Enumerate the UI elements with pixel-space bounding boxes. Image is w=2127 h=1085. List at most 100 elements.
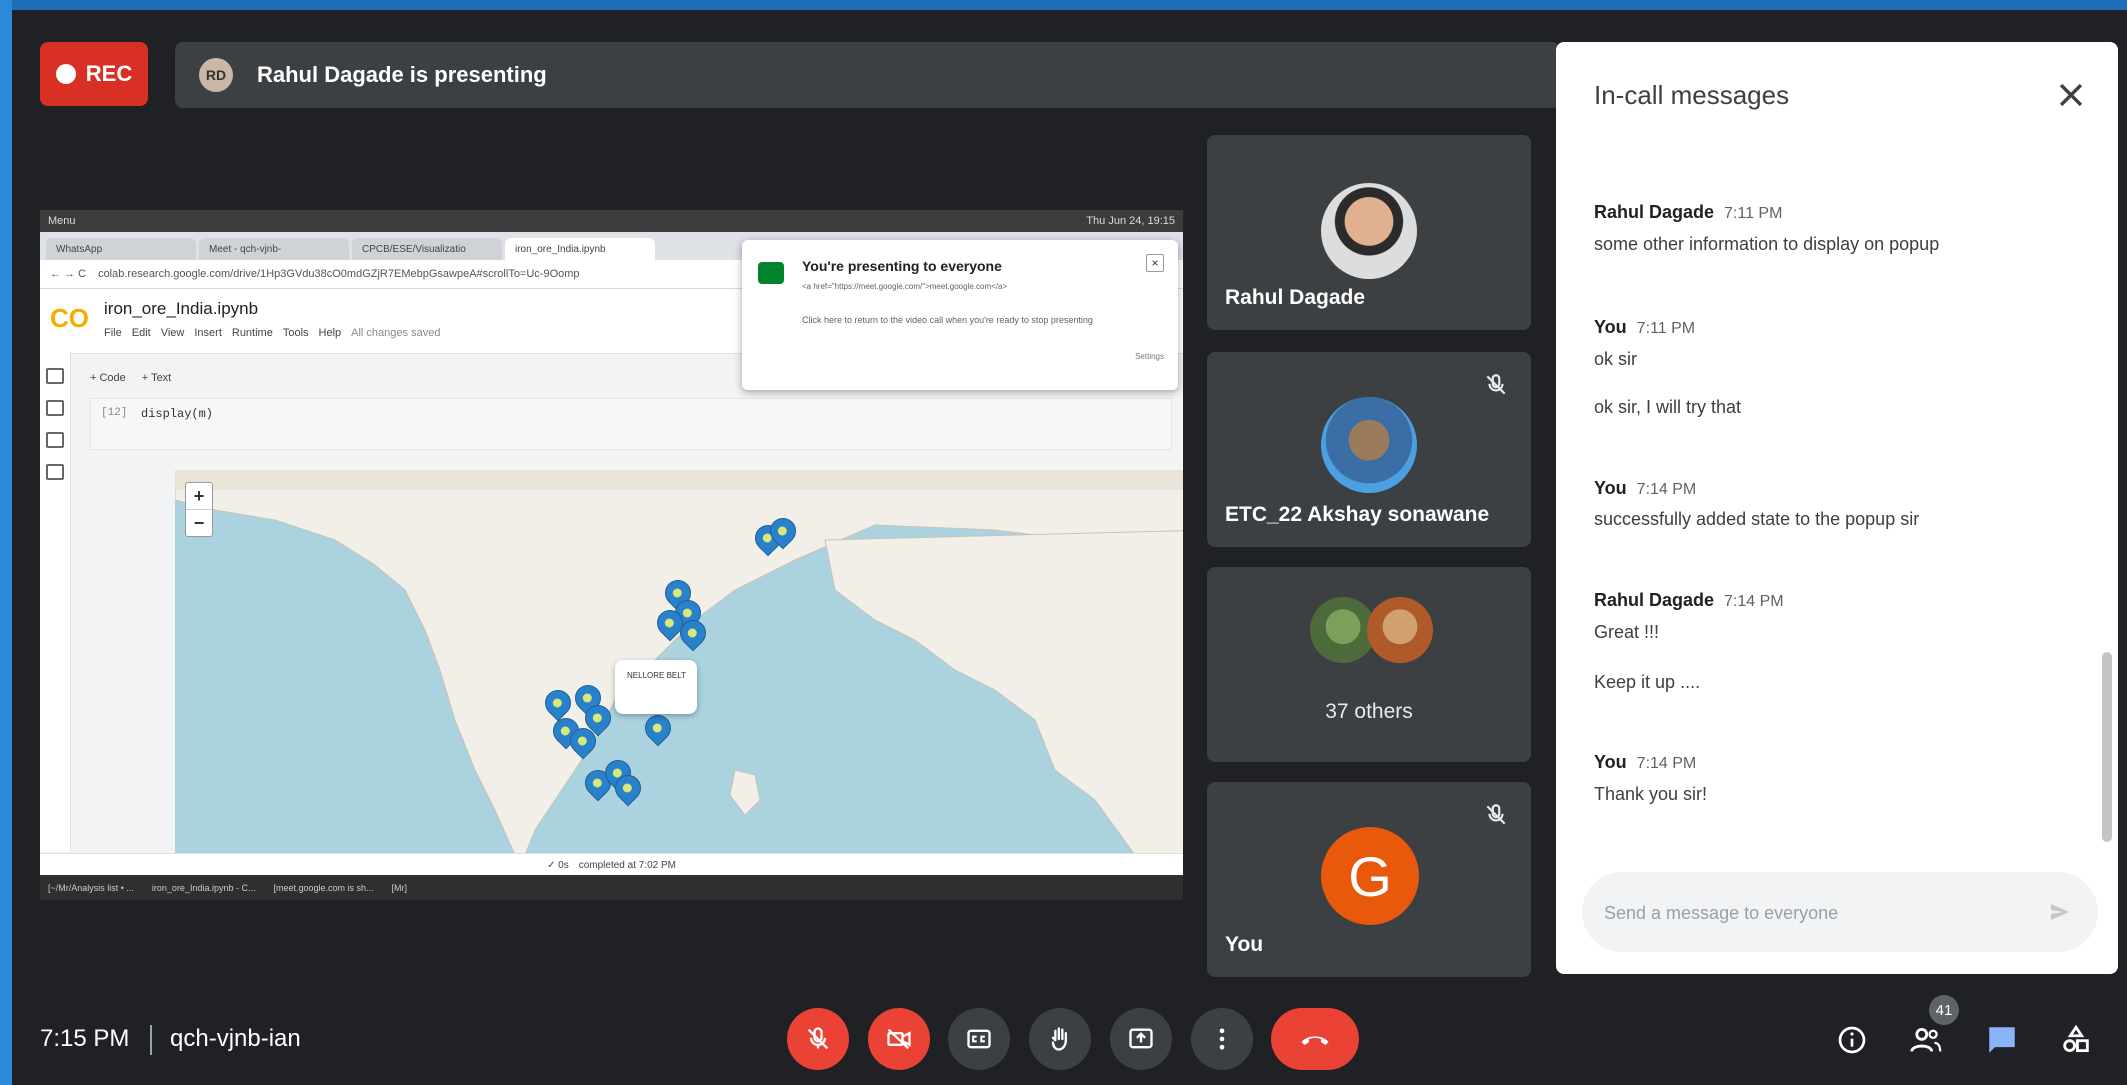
code-icon	[46, 432, 64, 448]
shared-colab-toolbar: + Code + Text	[90, 372, 171, 384]
presenter-banner-text: Rahul Dagade is presenting	[257, 62, 547, 87]
chat-sender: Rahul Dagade	[1594, 202, 1715, 222]
captions-button[interactable]	[948, 1008, 1010, 1070]
shared-task-item: [~/Mr/Analysis list • ...	[48, 882, 134, 893]
chat-text: successfully added state to the popup si…	[1594, 509, 1920, 529]
map-zoom-control: + −	[185, 482, 213, 537]
chat-text: some other information to display on pop…	[1594, 234, 1940, 254]
chat-text: Keep it up ....	[1594, 672, 1701, 692]
close-icon[interactable]	[2054, 78, 2088, 112]
participant-count-badge: 41	[1929, 995, 1959, 1025]
mic-toggle-button[interactable]	[787, 1008, 849, 1070]
search-icon	[46, 400, 64, 416]
chat-message: You 7:14 PM	[1594, 478, 1696, 499]
folder-icon	[46, 464, 64, 480]
more-options-button[interactable]	[1191, 1008, 1253, 1070]
present-button[interactable]	[1110, 1008, 1172, 1070]
participant-tile-self[interactable]: G You	[1207, 782, 1531, 977]
camera-toggle-button[interactable]	[868, 1008, 930, 1070]
divider	[150, 1025, 152, 1055]
shared-cell-code: display(m)	[141, 407, 214, 421]
chat-scrollbar[interactable]	[2102, 652, 2112, 842]
chat-message: Rahul Dagade 7:14 PM	[1594, 590, 1784, 611]
chat-text: ok sir, I will try that	[1594, 397, 1742, 417]
shared-status-check: ✓ 0s	[547, 859, 569, 871]
shared-cell-number: [12]	[101, 407, 128, 419]
participant-tile[interactable]: 37 others	[1207, 567, 1531, 762]
shared-menu-item: Tools	[282, 327, 309, 339]
raise-hand-button[interactable]	[1029, 1008, 1091, 1070]
participant-avatar	[1321, 183, 1417, 279]
shared-colab-sidebar	[40, 352, 71, 852]
participant-name: ETC_22 Akshay sonawane	[1225, 503, 1490, 526]
participant-others-label: 37 others	[1325, 700, 1413, 723]
participant-name: You	[1225, 933, 1264, 956]
shared-tab: CPCB/ESE/Visualizatio	[352, 238, 502, 260]
shared-menu-item: Help	[318, 327, 342, 339]
map-popup: NELLORE BELT	[615, 660, 697, 714]
shared-tab-active: iron_ore_India.ipynb	[505, 238, 655, 260]
shared-menu-item: View	[160, 327, 185, 339]
notification-link: <a href="https://meet.google.com/">meet.…	[802, 282, 1008, 291]
map-zoom-out-icon: −	[186, 509, 212, 536]
chat-input-container	[1582, 872, 2098, 954]
participant-tile[interactable]: ETC_22 Akshay sonawane	[1207, 352, 1531, 547]
shared-notebook-name: iron_ore_India.ipynb	[104, 299, 259, 318]
chat-button[interactable]	[1980, 1018, 2024, 1062]
shared-screen: Menu Thu Jun 24, 19:15 WhatsApp Meet - q…	[40, 210, 1183, 900]
notification-body: Click here to return to the video call w…	[802, 315, 1093, 325]
presenter-banner: RD Rahul Dagade is presenting	[175, 42, 1560, 108]
notification-close-icon: ×	[1146, 254, 1164, 272]
shared-code-cell: [12] display(m)	[90, 398, 1172, 450]
meeting-info-button[interactable]	[1830, 1018, 1874, 1062]
chat-message-input[interactable]	[1602, 872, 2036, 954]
toc-icon	[46, 368, 64, 384]
shared-taskbar: [~/Mr/Analysis list • ... iron_ore_India…	[40, 875, 1183, 900]
meet-logo-icon	[758, 262, 784, 284]
notification-title: You're presenting to everyone	[802, 258, 1002, 274]
shared-task-item: [meet.google.com is sh...	[273, 882, 374, 893]
shared-saved-status: All changes saved	[351, 327, 441, 339]
meeting-clock: 7:15 PM	[40, 1025, 130, 1052]
shared-add-text: + Text	[141, 372, 172, 384]
chat-message: You 7:11 PM	[1594, 317, 1695, 338]
shared-menu-item: Insert	[194, 327, 222, 339]
recording-indicator: REC	[40, 42, 148, 106]
chat-text: ok sir	[1594, 349, 1638, 369]
chat-sender: Rahul Dagade	[1594, 590, 1715, 610]
participant-name: Rahul Dagade	[1225, 286, 1366, 309]
chat-icon	[1989, 1027, 2015, 1053]
shared-colab-menu: File Edit View Insert Runtime Tools Help…	[104, 327, 440, 339]
activities-button[interactable]	[2054, 1018, 2098, 1062]
shared-task-item: iron_ore_India.ipynb - C...	[151, 882, 256, 893]
chat-time: 7:14 PM	[1636, 481, 1697, 498]
info-icon	[1838, 1026, 1866, 1054]
shared-nav-arrows-icon: ← → C	[50, 268, 87, 280]
present-icon	[1129, 1028, 1153, 1049]
chat-message: Rahul Dagade 7:11 PM	[1594, 202, 1782, 223]
shared-menu-item: File	[104, 327, 122, 339]
shared-add-code: + Code	[90, 372, 126, 384]
notification-settings: Settings	[1135, 352, 1164, 361]
chat-time: 7:11 PM	[1636, 320, 1696, 337]
end-call-button[interactable]	[1271, 1008, 1359, 1070]
shared-colab-status: ✓ 0s completed at 7:02 PM	[40, 853, 1183, 876]
chat-time: 7:14 PM	[1724, 593, 1784, 610]
mic-off-icon	[807, 1027, 829, 1050]
shared-os-clock: Thu Jun 24, 19:15	[1086, 215, 1175, 227]
chat-time: 7:14 PM	[1636, 755, 1697, 772]
shared-menu-item: Edit	[131, 327, 151, 339]
chat-sender: You	[1594, 752, 1627, 772]
more-options-icon	[1219, 1028, 1225, 1050]
mic-off-icon	[1486, 804, 1506, 825]
chat-text: Great !!!	[1594, 622, 1660, 642]
chat-title: In-call messages	[1594, 80, 1790, 110]
chat-sender: You	[1594, 478, 1627, 498]
participant-tile[interactable]: Rahul Dagade	[1207, 135, 1531, 330]
raise-hand-icon	[1051, 1027, 1067, 1051]
self-avatar: G	[1321, 827, 1419, 925]
send-icon[interactable]	[2048, 900, 2072, 924]
shared-menu-item: Runtime	[231, 327, 273, 339]
shared-tab: Meet - qch-vjnb-	[199, 238, 349, 260]
shared-os-topbar: Menu Thu Jun 24, 19:15	[40, 210, 1183, 232]
